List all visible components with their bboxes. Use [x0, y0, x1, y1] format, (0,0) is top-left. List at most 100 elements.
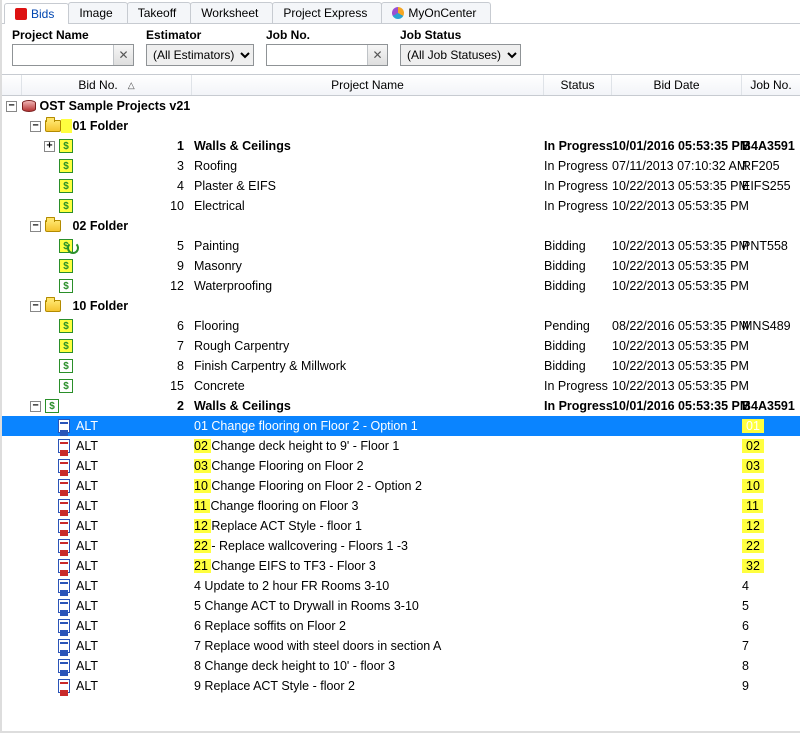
- alt-jobno: 22: [742, 539, 800, 553]
- bid-no: 3: [154, 159, 192, 173]
- alt-row[interactable]: ALT 10 Change Flooring on Floor 2 - Opti…: [2, 476, 800, 496]
- bid-date: 10/22/2013 05:53:35 PM: [612, 339, 742, 353]
- alt-label: ALT: [76, 499, 98, 513]
- collapse-icon[interactable]: −: [30, 301, 41, 312]
- alt-row[interactable]: ALT 8 Change deck height to 10' - floor …: [2, 656, 800, 676]
- bid-row[interactable]: $ 4 Plaster & EIFS In Progress 10/22/201…: [2, 176, 800, 196]
- collapse-icon[interactable]: −: [30, 121, 41, 132]
- alt-row[interactable]: ALT 03 Change Flooring on Floor 2 03: [2, 456, 800, 476]
- bid-no: 1: [154, 139, 192, 153]
- alt-jobno: 12: [742, 519, 800, 533]
- bid-date: 10/22/2013 05:53:35 PM: [612, 259, 742, 273]
- alt-row[interactable]: ALT 7 Replace wood with steel doors in s…: [2, 636, 800, 656]
- bid-no: 5: [154, 239, 192, 253]
- alt-doc-icon: [58, 619, 70, 633]
- root-label: OST Sample Projects v21: [39, 99, 190, 113]
- alt-label: ALT: [76, 679, 98, 693]
- tab-takeoff[interactable]: Takeoff: [127, 2, 191, 23]
- alt-jobno: 9: [742, 679, 800, 693]
- alt-jobno: 4: [742, 579, 800, 593]
- filter-bar: Project Name ✕ Estimator (All Estimators…: [2, 24, 800, 74]
- alt-row[interactable]: ALT 11 Change flooring on Floor 3 11: [2, 496, 800, 516]
- alt-jobno: 11: [742, 499, 800, 513]
- bid-row[interactable]: $ 15 Concrete In Progress 10/22/2013 05:…: [2, 376, 800, 396]
- job-no-input[interactable]: [267, 45, 367, 65]
- bid-name: Plaster & EIFS: [192, 179, 544, 193]
- alt-name: 6 Replace soffits on Floor 2: [192, 619, 544, 633]
- column-header-bidno[interactable]: Bid No. △: [22, 75, 192, 95]
- alt-row[interactable]: ALT 22 - Replace wallcovering - Floors 1…: [2, 536, 800, 556]
- folder-row[interactable]: − 01 Folder: [2, 116, 800, 136]
- alt-label: ALT: [76, 559, 98, 573]
- job-no-label: Job No.: [266, 28, 388, 42]
- bid-row[interactable]: $ 6 Flooring Pending 08/22/2016 05:53:35…: [2, 316, 800, 336]
- root-row[interactable]: − OST Sample Projects v21: [2, 96, 800, 116]
- alt-row[interactable]: ALT 01 Change flooring on Floor 2 - Opti…: [2, 416, 800, 436]
- folder-name: 02 Folder: [72, 219, 128, 233]
- bid-status: Pending: [544, 319, 612, 333]
- bid-name: Electrical: [192, 199, 544, 213]
- expand-icon[interactable]: +: [44, 141, 55, 152]
- bid-icon: $: [45, 399, 59, 413]
- alt-row[interactable]: ALT 4 Update to 2 hour FR Rooms 3-10 4: [2, 576, 800, 596]
- column-header-jobno[interactable]: Job No.: [742, 75, 800, 95]
- oncenter-icon: [392, 7, 404, 19]
- project-name-clear-button[interactable]: ✕: [113, 45, 133, 65]
- folder-row[interactable]: − 10 Folder: [2, 296, 800, 316]
- bid-row[interactable]: $ 3 Roofing In Progress 07/11/2013 07:10…: [2, 156, 800, 176]
- bid-no: 2: [154, 399, 192, 413]
- alt-doc-icon: [58, 459, 70, 473]
- alt-row[interactable]: ALT 9 Replace ACT Style - floor 2 9: [2, 676, 800, 696]
- alt-doc-icon: [58, 659, 70, 673]
- alt-name: 5 Change ACT to Drywall in Rooms 3-10: [192, 599, 544, 613]
- bid-date: 10/22/2013 05:53:35 PM: [612, 279, 742, 293]
- tab-image[interactable]: Image: [68, 2, 127, 23]
- column-header-bid-date[interactable]: Bid Date: [612, 75, 742, 95]
- bid-row[interactable]: $ 5 Painting Bidding 10/22/2013 05:53:35…: [2, 236, 800, 256]
- bid-row[interactable]: $ 10 Electrical In Progress 10/22/2013 0…: [2, 196, 800, 216]
- clear-icon: ✕: [372, 48, 382, 62]
- alt-label: ALT: [76, 539, 98, 553]
- job-no-clear-button[interactable]: ✕: [367, 45, 387, 65]
- bid-name: Waterproofing: [192, 279, 544, 293]
- bid-status: In Progress: [544, 379, 612, 393]
- tab-bids[interactable]: Bids: [4, 3, 69, 24]
- alt-doc-icon: [58, 419, 70, 433]
- column-header-project-name[interactable]: Project Name: [192, 75, 544, 95]
- project-name-input[interactable]: [13, 45, 113, 65]
- alt-row[interactable]: ALT 6 Replace soffits on Floor 2 6: [2, 616, 800, 636]
- bid-no: 15: [154, 379, 192, 393]
- job-status-select[interactable]: (All Job Statuses): [400, 44, 521, 66]
- bid-status: Bidding: [544, 239, 612, 253]
- bid-icon: $: [59, 159, 73, 173]
- bid-jobno: RF205: [742, 159, 800, 173]
- tab-worksheet[interactable]: Worksheet: [190, 2, 273, 23]
- folder-icon: [45, 220, 61, 232]
- alt-label: ALT: [76, 419, 98, 433]
- alt-label: ALT: [76, 439, 98, 453]
- alt-row[interactable]: ALT 02 Change deck height to 9' - Floor …: [2, 436, 800, 456]
- estimator-select[interactable]: (All Estimators): [146, 44, 254, 66]
- project-row[interactable]: − $ 2 Walls & Ceilings In Progress 10/01…: [2, 396, 800, 416]
- bid-name: Walls & Ceilings: [192, 399, 544, 413]
- alt-row[interactable]: ALT 12 Replace ACT Style - floor 1 12: [2, 516, 800, 536]
- collapse-icon[interactable]: −: [30, 401, 41, 412]
- tab-project-express[interactable]: Project Express: [272, 2, 382, 23]
- alt-name: 02 Change deck height to 9' - Floor 1: [192, 439, 544, 453]
- folder-row[interactable]: − 02 Folder: [2, 216, 800, 236]
- bid-row[interactable]: $ 12 Waterproofing Bidding 10/22/2013 05…: [2, 276, 800, 296]
- bid-no: 9: [154, 259, 192, 273]
- bid-row[interactable]: $ 7 Rough Carpentry Bidding 10/22/2013 0…: [2, 336, 800, 356]
- tab-myoncenter[interactable]: MyOnCenter: [381, 2, 491, 23]
- bid-row[interactable]: $ 8 Finish Carpentry & Millwork Bidding …: [2, 356, 800, 376]
- column-header-status[interactable]: Status: [544, 75, 612, 95]
- collapse-icon[interactable]: −: [30, 221, 41, 232]
- alt-row[interactable]: ALT 5 Change ACT to Drywall in Rooms 3-1…: [2, 596, 800, 616]
- collapse-icon[interactable]: −: [6, 101, 17, 112]
- bid-row[interactable]: + $ 1 Walls & Ceilings In Progress 10/01…: [2, 136, 800, 156]
- bid-status: Bidding: [544, 339, 612, 353]
- bid-jobno: B4A3591: [742, 139, 800, 153]
- alt-row[interactable]: ALT 21 Change EIFS to TF3 - Floor 3 32: [2, 556, 800, 576]
- bid-row[interactable]: $ 9 Masonry Bidding 10/22/2013 05:53:35 …: [2, 256, 800, 276]
- column-header-icon[interactable]: [2, 75, 22, 95]
